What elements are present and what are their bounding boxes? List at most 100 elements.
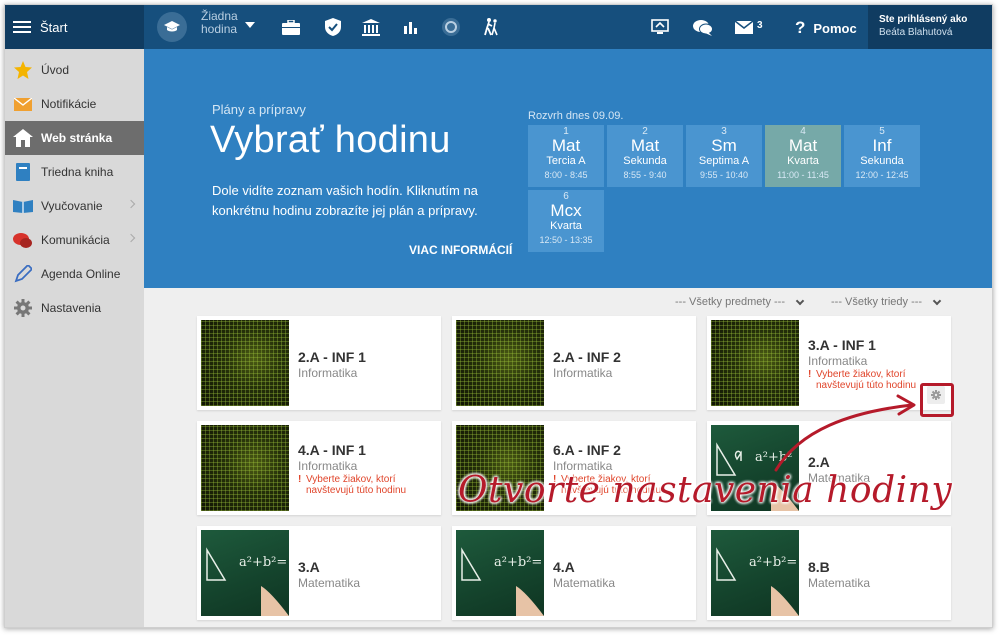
- lesson-title: 3.A - INF 1: [808, 337, 876, 353]
- tile-time: 12:00 - 12:45: [855, 170, 909, 180]
- tile-time: 8:55 - 9:40: [623, 170, 667, 180]
- svg-text:a²+b²: a²+b²: [755, 450, 792, 465]
- top-bar: Štart Žiadna hodina 3 ? Pomoc Ste prihlá…: [5, 5, 992, 49]
- shield-icon[interactable]: [323, 17, 343, 37]
- graduation-cap-icon: [164, 21, 180, 32]
- user-account[interactable]: Ste prihlásený ako Beáta Blahutová: [868, 5, 992, 49]
- chalkboard-thumbnail: a²+b²=: [456, 530, 544, 616]
- code-thumbnail: [201, 320, 289, 406]
- help-button[interactable]: ? Pomoc: [795, 18, 857, 38]
- lesson-subject: Matematika: [298, 576, 361, 590]
- home-icon: [13, 128, 33, 148]
- sidebar-item-agenda-online[interactable]: Agenda Online: [5, 257, 144, 291]
- sidebar-item-label: Komunikácia: [41, 233, 110, 247]
- envelope-icon[interactable]: [734, 17, 754, 37]
- chevron-down-icon: [932, 296, 942, 305]
- tile-class: Sekunda: [860, 155, 904, 167]
- lesson-subject: Informatika: [553, 366, 613, 380]
- tile-subject: Mat: [788, 136, 818, 155]
- star-icon: [13, 60, 33, 80]
- schedule-title: Rozvrh dnes 09.09.: [528, 110, 624, 122]
- institution-icon[interactable]: [361, 17, 381, 37]
- lesson-subject: Matematika: [553, 576, 616, 590]
- hiking-icon[interactable]: [481, 17, 501, 37]
- lesson-card[interactable]: a²+b²= 4.A Matematika: [452, 526, 696, 620]
- gamepad-icon[interactable]: [441, 17, 461, 37]
- chevron-down-icon: [795, 296, 805, 305]
- chevron-right-icon: [126, 233, 136, 243]
- subject-filter-select[interactable]: --- Všetky predmety ---: [675, 296, 805, 308]
- chevron-right-icon: [126, 199, 136, 209]
- warning-message: ! Vyberte žiakov, ktorí navštevujú túto ho…: [808, 369, 916, 391]
- schedule-tile[interactable]: 1 Mat Tercia A 8:00 - 8:45: [528, 125, 604, 187]
- schedule-tile[interactable]: 5 Inf Sekunda 12:00 - 12:45: [844, 125, 920, 187]
- briefcase-icon[interactable]: [281, 17, 301, 37]
- svg-text:a²+b²=: a²+b²=: [239, 555, 287, 570]
- lesson-card[interactable]: a²+b²= 8.B Matematika: [707, 526, 951, 620]
- sidebar-item-web-stranka[interactable]: Web stránka: [5, 121, 144, 155]
- lesson-title: 8.B: [808, 559, 830, 575]
- schedule-tile[interactable]: 2 Mat Sekunda 8:55 - 9:40: [607, 125, 683, 187]
- app-window: Štart Žiadna hodina 3 ? Pomoc Ste prihlá…: [4, 4, 993, 628]
- pen-icon: [13, 264, 33, 284]
- highlight-box: [920, 383, 954, 417]
- exclamation-icon: !: [808, 369, 812, 380]
- open-book-icon: [13, 196, 33, 216]
- schedule-tile[interactable]: 6 Mcx Kvarta 12:50 - 13:35: [528, 190, 604, 252]
- tile-class: Sekunda: [623, 155, 667, 167]
- code-thumbnail: [456, 320, 544, 406]
- chalkboard-thumbnail: a²+b²=: [201, 530, 289, 616]
- lesson-subject: Informatika: [808, 354, 868, 368]
- lesson-card[interactable]: 2.A - INF 1 Informatika: [197, 316, 441, 410]
- lesson-title: 3.A: [298, 559, 320, 575]
- class-filter-select[interactable]: --- Všetky triedy ---: [831, 296, 942, 308]
- user-status-label: Ste prihlásený ako: [879, 14, 968, 25]
- annotation-text: Otvorte nastavenia hodiny: [458, 470, 953, 511]
- start-label: Štart: [40, 19, 68, 35]
- tile-subject: Mat: [551, 136, 581, 155]
- chat-icon: [13, 230, 33, 250]
- lesson-selector-line2: hodina: [201, 22, 238, 36]
- caret-down-icon[interactable]: [245, 22, 255, 28]
- lesson-selector[interactable]: Žiadna hodina: [201, 10, 238, 36]
- lesson-card[interactable]: a²+b²= 3.A Matematika: [197, 526, 441, 620]
- lesson-card[interactable]: 3.A - INF 1 Informatika ! Vyberte žiakov,…: [707, 316, 951, 410]
- sidebar-item-label: Nastavenia: [41, 301, 102, 315]
- sidebar-item-komunikacia[interactable]: Komunikácia: [5, 223, 144, 257]
- cast-screen-icon[interactable]: [650, 17, 670, 37]
- schedule-tile[interactable]: 3 Sm Septima A 9:55 - 10:40: [686, 125, 762, 187]
- warning-message: ! Vyberte žiakov, ktorí navštevujú túto ho…: [298, 474, 406, 496]
- start-menu-button[interactable]: Štart: [5, 5, 144, 49]
- graduation-cap-button[interactable]: [157, 12, 187, 42]
- sidebar-item-uvod[interactable]: Úvod: [5, 53, 144, 87]
- code-thumbnail: [201, 425, 289, 511]
- sidebar-item-triedna-kniha[interactable]: Triedna kniha: [5, 155, 144, 189]
- code-thumbnail: [711, 320, 799, 406]
- schedule-tile-current[interactable]: 4 Mat Kvarta 11:00 - 11:45: [765, 125, 841, 187]
- sidebar-item-nastavenia[interactable]: Nastavenia: [5, 291, 144, 325]
- tile-class: Kvarta: [787, 155, 819, 167]
- lesson-card[interactable]: 4.A - INF 1 Informatika ! Vyberte žiakov,…: [197, 421, 441, 515]
- sidebar-item-label: Notifikácie: [41, 97, 97, 111]
- sidebar-item-notifikacie[interactable]: Notifikácie: [5, 87, 144, 121]
- tile-subject: Inf: [872, 136, 892, 155]
- lesson-title: 4.A - INF 1: [298, 442, 366, 458]
- svg-text:a²+b²=: a²+b²=: [749, 555, 797, 570]
- subject-filter-value: --- Všetky predmety ---: [675, 296, 786, 308]
- sidebar-item-label: Triedna kniha: [41, 165, 114, 179]
- sidebar-item-label: Web stránka: [41, 131, 113, 145]
- sidebar-item-vyucovanie[interactable]: Vyučovanie: [5, 189, 144, 223]
- bar-chart-icon[interactable]: [401, 17, 421, 37]
- tile-time: 9:55 - 10:40: [699, 170, 749, 180]
- tile-class: Tercia A: [546, 155, 586, 167]
- tile-subject: Sm: [711, 136, 737, 155]
- sidebar: Úvod Notifikácie Web stránka Triedna kni…: [5, 49, 144, 627]
- lesson-title: 2.A - INF 1: [298, 349, 366, 365]
- more-info-link[interactable]: VIAC INFORMÁCIÍ: [409, 243, 512, 257]
- lesson-card[interactable]: 2.A - INF 2 Informatika: [452, 316, 696, 410]
- hero-subtitle: Plány a prípravy: [212, 102, 306, 117]
- lesson-title: 6.A - INF 2: [553, 442, 621, 458]
- tile-subject: Mcx: [550, 201, 582, 220]
- chat-bubbles-icon[interactable]: [693, 17, 713, 37]
- hero-banner: Plány a prípravy Vybrať hodinu Dole vidí…: [144, 49, 992, 288]
